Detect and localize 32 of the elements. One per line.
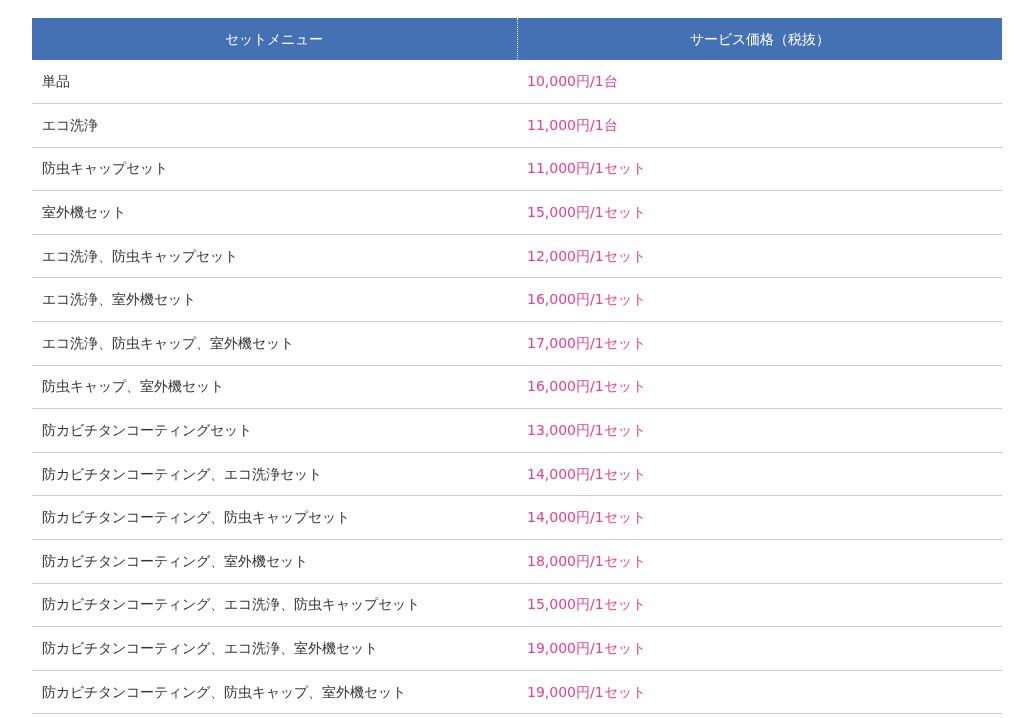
- menu-cell: エコ洗浄、防虫キャップセット: [32, 234, 517, 278]
- price-cell: 10,000円/1台: [517, 60, 1002, 104]
- menu-cell: 防カビチタンコーティング、防虫キャップセット: [32, 495, 517, 540]
- menu-cell: 防カビチタンコーティング、室外機セット: [32, 539, 517, 584]
- menu-cell: 室外機セット: [32, 190, 517, 235]
- menu-cell: 防虫キャップ、室外機セット: [32, 365, 517, 409]
- menu-cell: 単品: [32, 60, 517, 104]
- price-cell: 12,000円/1セット: [517, 234, 1002, 278]
- column-header: サービス価格（税抜）: [517, 18, 1002, 60]
- price-cell: 13,000円/1セット: [517, 408, 1002, 453]
- price-cell: 11,000円/1セット: [517, 147, 1002, 191]
- price-cell: 15,000円/1セット: [517, 583, 1002, 627]
- price-cell: 16,000円/1セット: [517, 277, 1002, 322]
- price-cell: 19,000円/1セット: [517, 626, 1002, 671]
- price-cell: 17,000円/1セット: [517, 321, 1002, 366]
- price-cell: 15,000円/1セット: [517, 190, 1002, 235]
- price-cell: 14,000円/1セット: [517, 495, 1002, 540]
- price-cell: 11,000円/1台: [517, 103, 1002, 148]
- menu-cell: 防カビチタンコーティング、防虫キャップ、室外機セット: [32, 670, 517, 714]
- column-header: セットメニュー: [32, 18, 517, 60]
- menu-cell: 防カビチタンコーティング、エコ洗浄、室外機セット: [32, 626, 517, 671]
- menu-cell: 防カビチタンコーティング、エコ洗浄、防虫キャップセット: [32, 583, 517, 627]
- menu-cell: エコ洗浄: [32, 103, 517, 148]
- price-cell: 14,000円/1セット: [517, 452, 1002, 496]
- menu-cell: エコ洗浄、室外機セット: [32, 277, 517, 322]
- price-cell: 18,000円/1セット: [517, 539, 1002, 584]
- menu-cell: 防カビチタンコーティング、エコ洗浄セット: [32, 452, 517, 496]
- price-cell: 16,000円/1セット: [517, 365, 1002, 409]
- price-cell: 19,000円/1セット: [517, 670, 1002, 714]
- menu-cell: 防虫キャップセット: [32, 147, 517, 191]
- menu-cell: エコ洗浄、防虫キャップ、室外機セット: [32, 321, 517, 366]
- menu-cell: 防カビチタンコーティングセット: [32, 408, 517, 453]
